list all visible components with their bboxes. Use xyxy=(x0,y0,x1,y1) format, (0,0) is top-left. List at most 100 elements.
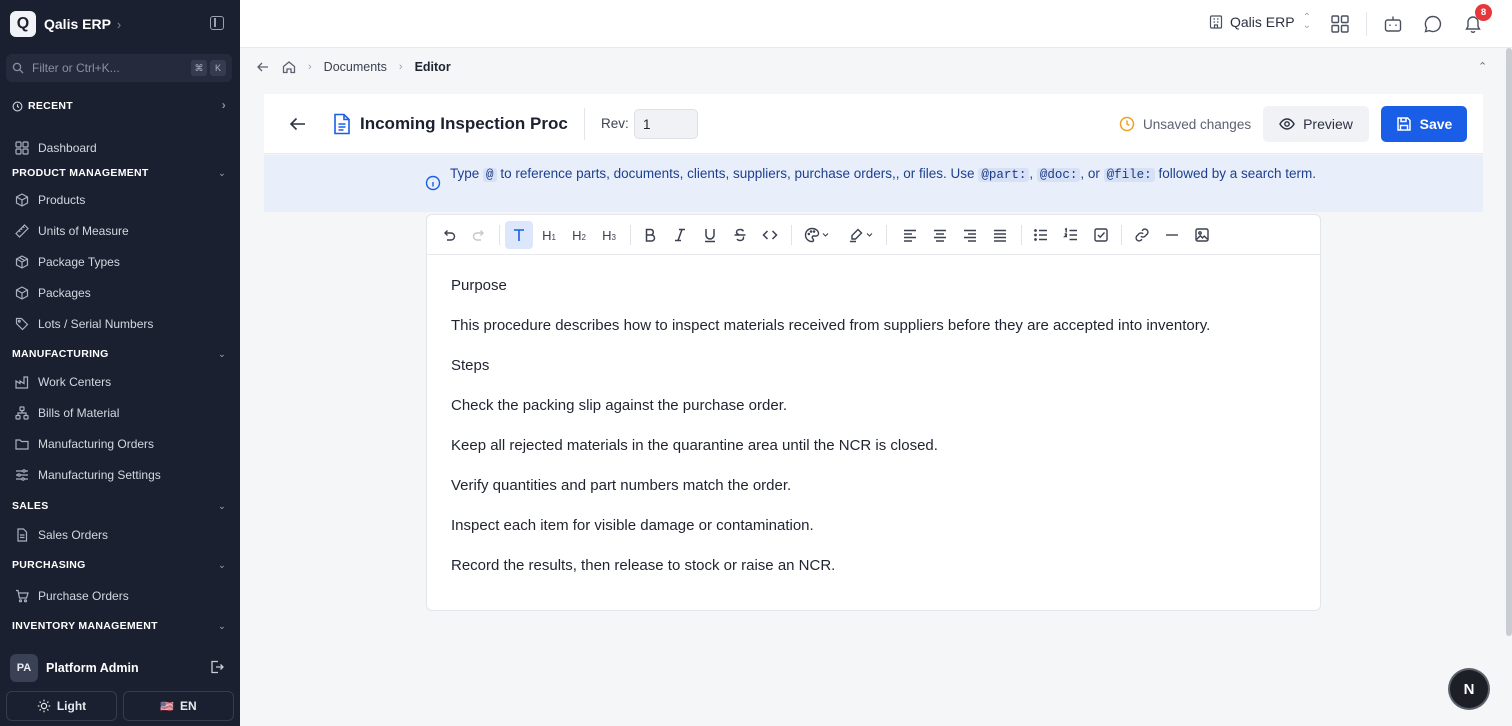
sidebar-section-manufacturing[interactable]: MANUFACTURING ⌄ xyxy=(0,342,240,366)
filter-input[interactable] xyxy=(32,61,188,75)
underline-icon[interactable] xyxy=(696,221,724,249)
text-paragraph-icon[interactable] xyxy=(505,221,533,249)
paragraph[interactable]: Check the packing slip against the purch… xyxy=(451,397,1291,437)
code-doc: @doc: xyxy=(1036,168,1081,182)
sidebar-item-label: Package Types xyxy=(38,254,120,269)
paragraph[interactable]: Verify quantities and part numbers match… xyxy=(451,477,1291,517)
chevron-down-icon: ⌄ xyxy=(218,560,226,570)
align-right-icon[interactable] xyxy=(956,221,984,249)
apps-grid-icon[interactable] xyxy=(1330,14,1350,34)
theme-toggle-button[interactable]: Light xyxy=(6,691,117,721)
text-color-icon[interactable] xyxy=(799,221,835,249)
rev-input[interactable] xyxy=(634,109,698,139)
sidebar-section-product-management[interactable]: PRODUCT MANAGEMENT ⌄ xyxy=(0,162,240,184)
align-left-icon[interactable] xyxy=(896,221,924,249)
sidebar-section-purchasing[interactable]: PURCHASING ⌄ xyxy=(0,550,240,580)
bot-icon[interactable] xyxy=(1383,14,1403,34)
chevron-up-icon[interactable]: ⌃ xyxy=(1478,60,1487,73)
package-icon xyxy=(14,285,30,301)
sidebar-item-package-types[interactable]: Package Types xyxy=(0,246,240,277)
sidebar-filter: ⌘ K xyxy=(6,54,232,82)
editor-content[interactable]: Purpose This procedure describes how to … xyxy=(451,277,1291,597)
sidebar-toggle-icon[interactable] xyxy=(210,16,224,30)
align-justify-icon[interactable] xyxy=(986,221,1014,249)
sidebar-section-inventory-management[interactable]: INVENTORY MANAGEMENT ⌄ xyxy=(0,611,240,641)
info-banner: Type @ to reference parts, documents, cl… xyxy=(264,155,1483,212)
highlight-icon[interactable] xyxy=(843,221,879,249)
strikethrough-icon[interactable] xyxy=(726,221,754,249)
brand-name: Qalis ERP xyxy=(44,16,111,32)
undo-icon[interactable] xyxy=(435,221,463,249)
banner-text-part: to reference parts, documents, clients, … xyxy=(500,166,975,181)
preview-button[interactable]: Preview xyxy=(1263,106,1369,142)
tag-icon xyxy=(14,316,30,332)
redo-icon[interactable] xyxy=(465,221,493,249)
paragraph[interactable]: Purpose xyxy=(451,277,1291,317)
sidebar-item-label: Manufacturing Orders xyxy=(38,436,155,451)
section-label: SALES xyxy=(12,500,49,512)
document-header: Incoming Inspection Proc Rev: Unsaved ch… xyxy=(264,94,1483,154)
chevron-down-icon: ⌄ xyxy=(218,168,226,178)
logout-icon[interactable] xyxy=(210,660,224,674)
brand-switcher[interactable]: Q Qalis ERP › xyxy=(10,10,121,38)
sidebar-item-label: Bills of Material xyxy=(38,405,120,420)
sidebar-item-lots-serial-numbers[interactable]: Lots / Serial Numbers xyxy=(0,308,240,339)
bold-icon[interactable] xyxy=(636,221,664,249)
chat-icon[interactable] xyxy=(1423,14,1443,34)
code-icon[interactable] xyxy=(756,221,784,249)
assistant-fab[interactable]: N xyxy=(1450,670,1488,708)
horizontal-rule-icon[interactable] xyxy=(1158,221,1186,249)
italic-icon[interactable] xyxy=(666,221,694,249)
breadcrumb-editor: Editor xyxy=(414,60,451,74)
align-center-icon[interactable] xyxy=(926,221,954,249)
flag-us-icon: 🇺🇸 xyxy=(160,700,175,713)
h3-label: H xyxy=(602,227,612,243)
sidebar-item-manufacturing-orders[interactable]: Manufacturing Orders xyxy=(0,428,240,459)
paragraph[interactable]: This procedure describes how to inspect … xyxy=(451,317,1291,357)
rich-text-editor: H1 H2 H3 Purpose This procedure describe… xyxy=(426,214,1321,611)
bullet-list-icon[interactable] xyxy=(1027,221,1055,249)
paragraph[interactable]: Record the results, then release to stoc… xyxy=(451,557,1291,597)
document-title[interactable]: Incoming Inspection Proc xyxy=(360,114,568,134)
sidebar-item-purchase-orders[interactable]: Purchase Orders xyxy=(0,580,240,611)
image-icon[interactable] xyxy=(1188,221,1216,249)
sidebar-item-label: Dashboard xyxy=(38,141,97,155)
org-switcher[interactable]: Qalis ERP ⌃ ⌄ xyxy=(1208,13,1311,31)
language-label: EN xyxy=(180,699,197,713)
paragraph[interactable]: Steps xyxy=(451,357,1291,397)
link-icon[interactable] xyxy=(1128,221,1156,249)
sidebar-section-sales[interactable]: SALES ⌄ xyxy=(0,493,240,519)
back-arrow-icon[interactable] xyxy=(288,114,308,134)
heading-2-button[interactable]: H2 xyxy=(565,221,593,249)
heading-3-button[interactable]: H3 xyxy=(595,221,623,249)
sidebar-item-sales-orders[interactable]: Sales Orders xyxy=(0,519,240,550)
paragraph[interactable]: Inspect each item for visible damage or … xyxy=(451,517,1291,557)
toolbar-divider xyxy=(499,225,500,245)
sidebar-item-packages[interactable]: Packages xyxy=(0,277,240,308)
home-icon[interactable] xyxy=(282,60,296,74)
breadcrumb-documents[interactable]: Documents xyxy=(324,60,387,74)
save-button[interactable]: Save xyxy=(1381,106,1467,142)
sidebar-item-bills-of-material[interactable]: Bills of Material xyxy=(0,397,240,428)
back-arrow-icon[interactable] xyxy=(256,60,270,74)
sidebar-item-dashboard[interactable]: Dashboard xyxy=(0,134,240,162)
sidebar-item-work-centers[interactable]: Work Centers xyxy=(0,366,240,397)
user-profile[interactable]: PA Platform Admin xyxy=(0,650,240,686)
language-button[interactable]: 🇺🇸 EN xyxy=(123,691,234,721)
editor-toolbar: H1 H2 H3 xyxy=(427,215,1320,255)
checklist-icon[interactable] xyxy=(1087,221,1115,249)
heading-1-button[interactable]: H1 xyxy=(535,221,563,249)
clock-icon xyxy=(1119,116,1135,132)
page-scrollbar[interactable] xyxy=(1506,48,1512,636)
sidebar-item-manufacturing-settings[interactable]: Manufacturing Settings xyxy=(0,459,240,490)
sidebar-item-units-of-measure[interactable]: Units of Measure xyxy=(0,215,240,246)
save-label: Save xyxy=(1419,116,1453,132)
notification-badge: 8 xyxy=(1475,4,1492,21)
paragraph[interactable]: Keep all rejected materials in the quara… xyxy=(451,437,1291,477)
sidebar-section-recent[interactable]: RECENT › xyxy=(0,92,240,120)
cart-icon xyxy=(14,588,30,604)
breadcrumb: › Documents › Editor xyxy=(256,58,451,76)
eye-icon xyxy=(1279,118,1295,130)
ordered-list-icon[interactable] xyxy=(1057,221,1085,249)
sidebar-item-products[interactable]: Products xyxy=(0,184,240,215)
